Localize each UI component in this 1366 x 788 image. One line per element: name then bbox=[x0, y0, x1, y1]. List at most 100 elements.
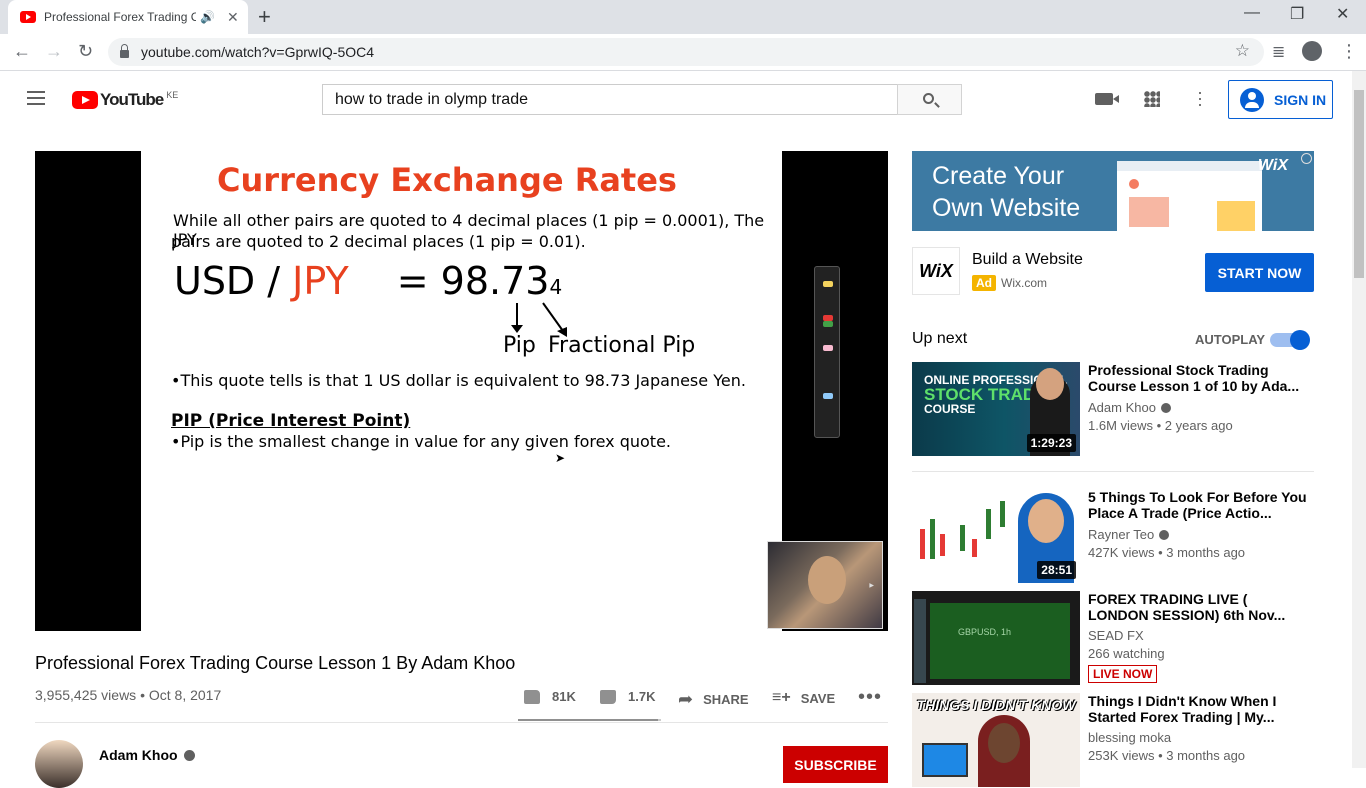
thumbs-up-icon bbox=[524, 689, 540, 704]
view-count-date: 3,955,425 views • Oct 8, 2017 bbox=[35, 687, 222, 703]
restore-icon[interactable]: ❐ bbox=[1290, 4, 1304, 24]
ad-info-icon[interactable] bbox=[1301, 153, 1312, 164]
youtube-favicon-icon bbox=[20, 11, 36, 23]
channel-name[interactable]: Adam Khoo bbox=[1088, 400, 1171, 415]
browser-tab-strip: Professional Forex Trading C 🔊 ✕ + — ❐ ✕ bbox=[0, 0, 1366, 34]
list-item[interactable]: GBPUSD, 1h FOREX TRADING LIVE ( LONDON S… bbox=[912, 591, 1314, 685]
minimize-icon[interactable]: — bbox=[1244, 4, 1260, 22]
webcam-overlay: ▶ bbox=[767, 541, 883, 629]
url-text: youtube.com/watch?v=GprwIQ-5OC4 bbox=[141, 44, 375, 60]
channel-avatar[interactable] bbox=[35, 740, 83, 788]
youtube-logo[interactable]: YouTube KE bbox=[72, 90, 178, 110]
thumbnail-text-line-3: COURSE bbox=[924, 402, 976, 416]
chart-screen: GBPUSD, 1h bbox=[930, 603, 1070, 679]
media-controls-icon[interactable]: ≣ bbox=[1272, 42, 1285, 62]
ad-companion: WiX Build a Website Ad Wix.com START NOW bbox=[912, 247, 1314, 297]
search-button[interactable] bbox=[897, 84, 962, 115]
autoplay-toggle[interactable] bbox=[1270, 330, 1310, 350]
verified-icon bbox=[183, 750, 195, 761]
tab-title: Professional Forex Trading C bbox=[44, 10, 196, 24]
search-input[interactable]: how to trade in olymp trade bbox=[322, 84, 898, 115]
like-ratio-fill bbox=[518, 719, 658, 721]
channel-name[interactable]: Rayner Teo bbox=[1088, 527, 1170, 542]
settings-more-icon[interactable]: · · · bbox=[1196, 83, 1204, 113]
back-icon[interactable]: ← bbox=[13, 41, 31, 62]
video-title: Professional Forex Trading Course Lesson… bbox=[35, 653, 516, 673]
speaker-icon[interactable]: 🔊 bbox=[200, 10, 215, 24]
dislike-button[interactable]: 1.7K bbox=[600, 689, 655, 704]
video-title[interactable]: 5 Things To Look For Before You Place A … bbox=[1088, 489, 1308, 521]
video-thumbnail[interactable]: 28:51 bbox=[912, 489, 1080, 583]
presenter-face bbox=[988, 723, 1020, 763]
new-tab-icon[interactable]: + bbox=[258, 4, 271, 30]
video-title[interactable]: Professional Stock Trading Course Lesson… bbox=[1088, 362, 1308, 394]
green-marker-icon bbox=[823, 321, 833, 327]
share-button[interactable]: ➦ SHARE bbox=[678, 689, 749, 710]
eraser-icon bbox=[823, 345, 833, 351]
ad-banner-brand: WiX bbox=[1257, 157, 1288, 174]
list-item[interactable]: THINGS I DIDN'T KNOW Things I Didn't Kno… bbox=[912, 693, 1314, 787]
channel-name[interactable]: blessing moka bbox=[1088, 730, 1171, 745]
forward-icon[interactable]: → bbox=[45, 41, 63, 62]
pip-label: Pip bbox=[503, 333, 536, 358]
up-next-heading: Up next bbox=[912, 330, 968, 347]
subscribe-button[interactable]: SUBSCRIBE bbox=[783, 746, 888, 783]
country-code: KE bbox=[166, 90, 179, 100]
pair-base: USD / bbox=[174, 259, 281, 303]
like-button[interactable]: 81K bbox=[524, 689, 576, 704]
ad-badge: Ad bbox=[972, 275, 996, 291]
more-actions-icon[interactable]: ••• bbox=[858, 686, 882, 709]
youtube-play-icon bbox=[72, 91, 98, 109]
slide-line-2: pairs are quoted to 2 decimal places (1 … bbox=[171, 232, 586, 251]
ad-domain: Wix.com bbox=[1001, 276, 1047, 290]
presenter-face bbox=[808, 556, 846, 604]
sign-in-label: SIGN IN bbox=[1274, 91, 1327, 108]
apps-grid-icon[interactable] bbox=[1144, 91, 1160, 107]
video-title[interactable]: FOREX TRADING LIVE ( LONDON SESSION) 6th… bbox=[1088, 591, 1308, 623]
list-item[interactable]: 28:51 5 Things To Look For Before You Pl… bbox=[912, 489, 1314, 583]
browser-toolbar: ← → ↻ youtube.com/watch?v=GprwIQ-5OC4 ☆ … bbox=[0, 34, 1366, 71]
video-player[interactable]: Currency Exchange Rates While all other … bbox=[35, 151, 888, 631]
bookmark-star-icon[interactable]: ☆ bbox=[1235, 41, 1250, 61]
verified-icon bbox=[1160, 403, 1171, 413]
video-thumbnail[interactable]: THINGS I DIDN'T KNOW bbox=[912, 693, 1080, 787]
video-meta: 1.6M views • 2 years ago bbox=[1088, 418, 1233, 433]
ad-logo[interactable]: WiX bbox=[912, 247, 960, 295]
thumbnail-text: GBPUSD, 1h bbox=[958, 627, 1012, 637]
slide-title: Currency Exchange Rates bbox=[217, 161, 677, 199]
browser-tab[interactable]: Professional Forex Trading C 🔊 ✕ bbox=[8, 0, 248, 34]
reload-icon[interactable]: ↻ bbox=[78, 41, 93, 62]
sign-in-button[interactable]: SIGN IN bbox=[1228, 80, 1333, 119]
sentiment-bar bbox=[518, 719, 661, 721]
pip-definition: •Pip is the smallest change in value for… bbox=[171, 432, 671, 451]
save-button[interactable]: ≡+ SAVE bbox=[772, 689, 835, 707]
save-playlist-icon: ≡+ bbox=[772, 689, 791, 706]
ad-title[interactable]: Build a Website bbox=[972, 251, 1083, 269]
search-icon bbox=[923, 93, 934, 104]
channel-name-text: Adam Khoo bbox=[99, 747, 178, 763]
rate-fractional: 4 bbox=[549, 275, 563, 299]
video-thumbnail[interactable]: GBPUSD, 1h bbox=[912, 591, 1080, 685]
channel-name[interactable]: Adam Khoo bbox=[99, 747, 195, 763]
video-thumbnail[interactable]: ONLINE PROFESSIONAL STOCK TRADING COURSE… bbox=[912, 362, 1080, 456]
close-window-icon[interactable]: ✕ bbox=[1336, 4, 1349, 24]
duration-badge: 28:51 bbox=[1037, 561, 1076, 579]
scrollbar-thumb[interactable] bbox=[1354, 90, 1364, 278]
youtube-header: YouTube KE how to trade in olymp trade ·… bbox=[0, 71, 1352, 127]
address-bar[interactable]: youtube.com/watch?v=GprwIQ-5OC4 ☆ bbox=[108, 38, 1264, 66]
hamburger-menu-icon[interactable] bbox=[27, 91, 45, 105]
channel-name[interactable]: SEAD FX bbox=[1088, 628, 1144, 643]
video-title[interactable]: Things I Didn't Know When I Started Fore… bbox=[1088, 693, 1308, 725]
channel-name-text: Adam Khoo bbox=[1088, 400, 1156, 415]
list-item[interactable]: ONLINE PROFESSIONAL STOCK TRADING COURSE… bbox=[912, 362, 1314, 456]
profile-icon[interactable] bbox=[1302, 41, 1322, 61]
close-tab-icon[interactable]: ✕ bbox=[227, 9, 239, 26]
fractional-pip-label: Fractional Pip bbox=[548, 333, 696, 358]
browser-menu-icon[interactable]: ⋮ bbox=[1340, 42, 1358, 60]
create-video-icon[interactable] bbox=[1095, 93, 1119, 105]
start-now-button[interactable]: START NOW bbox=[1205, 253, 1314, 292]
pair-quote: JPY bbox=[292, 259, 349, 303]
duration-badge: 1:29:23 bbox=[1026, 434, 1076, 452]
lock-icon bbox=[120, 44, 129, 58]
ad-banner[interactable]: Create Your Own Website WiX bbox=[912, 151, 1314, 231]
